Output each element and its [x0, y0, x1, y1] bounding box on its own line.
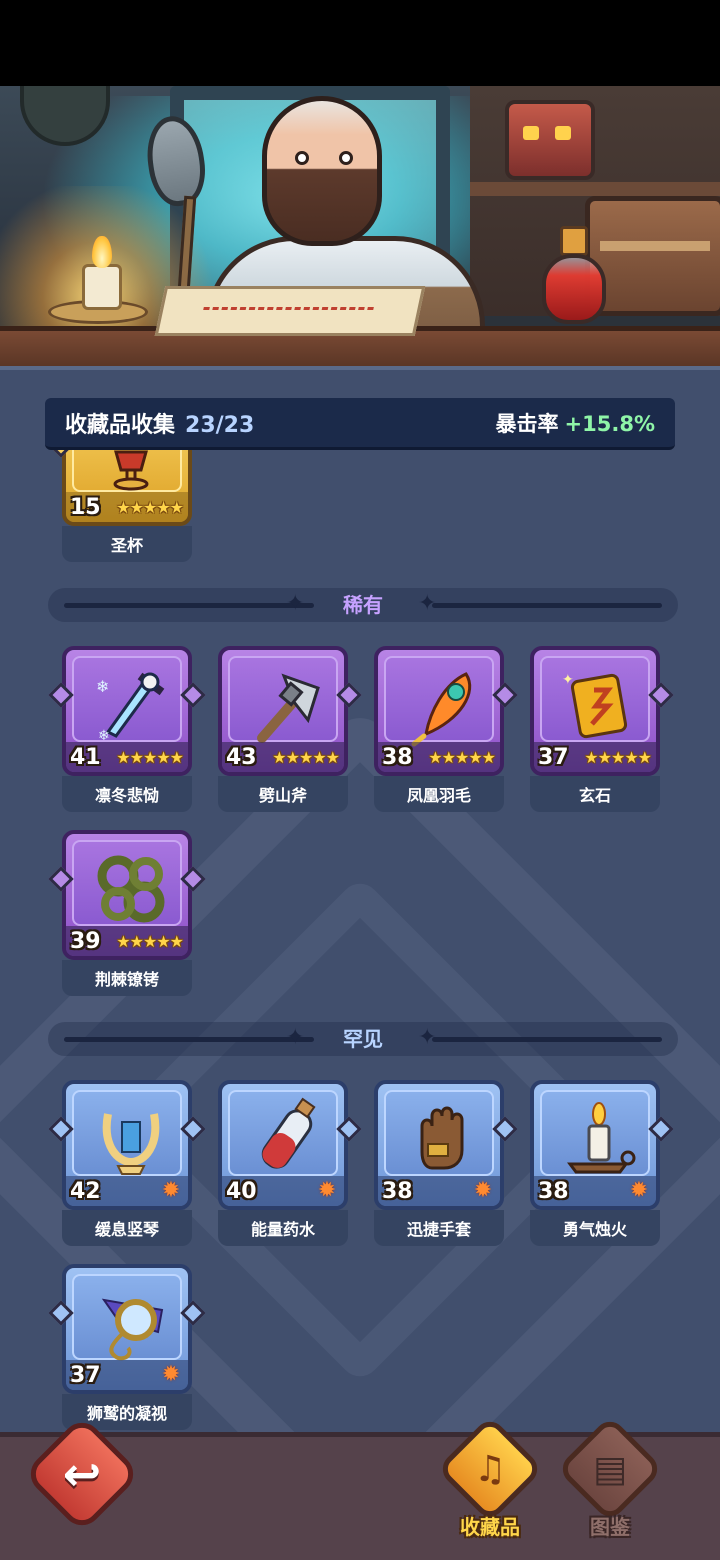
rarity-burst-icon: ✹	[629, 1178, 649, 1203]
potion-icon	[261, 1097, 316, 1169]
item-name: 玄石	[530, 776, 660, 812]
frost-dagger-icon: ❄ ❄	[96, 672, 165, 744]
item-level: 41	[70, 745, 101, 770]
potion-illustration	[542, 254, 606, 324]
collectible-card[interactable]: 15 ★★★★★ 圣杯	[48, 450, 192, 562]
back-arrow-icon[interactable]: ↩	[40, 1432, 124, 1516]
item-level: 38	[382, 1179, 413, 1204]
tab-collection[interactable]: ♫ 收藏品	[436, 1415, 544, 1551]
chalice-icon	[113, 450, 149, 491]
collectible-card[interactable]: ✦ 37 ★★★★★ 玄石	[530, 646, 674, 812]
star-rating: ★★★★★	[116, 748, 184, 767]
item-name: 圣杯	[62, 526, 192, 562]
item-level: 42	[70, 1179, 101, 1204]
item-level: 38	[382, 745, 413, 770]
rarity-burst-icon: ✹	[473, 1178, 493, 1203]
crit-rate-value: +15.8%	[564, 411, 655, 436]
collection-scroll-area[interactable]: 15 ★★★★★ 圣杯 ✦ 稀有 ✦ ❄ ❄ 41 ★★★★★ 凛冬悲恸 43 …	[0, 450, 720, 1432]
tab-codex-label: 图鉴	[590, 1515, 630, 1539]
item-name: 迅捷手套	[374, 1210, 504, 1246]
collectible-card[interactable]: 38 ✹ 勇气烛火	[530, 1080, 674, 1246]
totem-mask-illustration	[505, 100, 595, 180]
item-level: 15	[70, 495, 101, 520]
section-divider-rare: ✦ 稀有 ✦	[48, 588, 678, 622]
item-name: 凤凰羽毛	[374, 776, 504, 812]
item-name: 凛冬悲恸	[62, 776, 192, 812]
shopkeeper-banner	[0, 86, 720, 366]
rune-stone-icon: ✦	[562, 672, 628, 739]
axe-icon	[257, 673, 320, 743]
rarity-burst-icon: ✹	[161, 1362, 181, 1387]
collectible-card[interactable]: 39 ★★★★★ 荆棘镣铐	[48, 830, 206, 996]
item-name: 缓息竖琴	[62, 1210, 192, 1246]
section-divider-uncommon: ✦ 罕见 ✦	[48, 1022, 678, 1056]
star-rating: ★★★★★	[428, 748, 496, 767]
svg-text:❄: ❄	[96, 677, 109, 696]
bottom-nav: ↩ ♫ 收藏品 ▤ 图鉴	[0, 1414, 720, 1560]
collectible-card[interactable]: 43 ★★★★★ 劈山斧	[218, 646, 362, 812]
star-rating: ★★★★★	[116, 498, 184, 517]
collectible-card[interactable]: 37 ✹ 狮鹫的凝视	[48, 1264, 206, 1430]
collectible-card[interactable]: 38 ★★★★★ 凤凰羽毛	[374, 646, 518, 812]
star-rating: ★★★★★	[116, 932, 184, 951]
lyre-tab-icon: ♫	[473, 1449, 507, 1490]
monocle-icon	[101, 1298, 164, 1361]
glove-icon	[420, 1106, 464, 1170]
crit-rate-label: 暴击率	[495, 411, 559, 436]
collectible-card[interactable]: 42 ✹ 缓息竖琴	[48, 1080, 206, 1246]
thorn-shackles-icon	[97, 855, 165, 923]
phoenix-feather-icon	[411, 672, 472, 747]
book-icon: ▤	[592, 1449, 627, 1490]
status-bar	[0, 0, 720, 86]
item-level: 39	[70, 929, 101, 954]
star-rating: ★★★★★	[272, 748, 340, 767]
collection-summary-bar: 收藏品收集 23/23 暴击率 +15.8%	[45, 398, 675, 450]
collection-label: 收藏品收集	[65, 412, 176, 438]
collectible-card[interactable]: 38 ✹ 迅捷手套	[374, 1080, 518, 1246]
svg-text:✦: ✦	[562, 672, 574, 688]
tab-collection-label: 收藏品	[460, 1515, 520, 1539]
item-name: 勇气烛火	[530, 1210, 660, 1246]
item-level: 43	[226, 745, 257, 770]
rarity-burst-icon: ✹	[317, 1178, 337, 1203]
item-level: 37	[70, 1363, 101, 1388]
item-name: 荆棘镣铐	[62, 960, 192, 996]
collection-count: 23/23	[185, 412, 255, 438]
item-level: 37	[538, 745, 569, 770]
star-rating: ★★★★★	[584, 748, 652, 767]
item-name: 能量药水	[218, 1210, 348, 1246]
dwarf-shopkeeper-head	[262, 96, 382, 246]
candle-icon	[567, 1102, 636, 1174]
tab-codex[interactable]: ▤ 图鉴	[556, 1415, 664, 1551]
collectible-card[interactable]: 40 ✹ 能量药水	[218, 1080, 362, 1246]
item-level: 40	[226, 1179, 257, 1204]
item-level: 38	[538, 1179, 569, 1204]
item-name: 劈山斧	[218, 776, 348, 812]
collection-panel: 收藏品收集 23/23 暴击率 +15.8% 15 ★★★★★ 圣杯 ✦ 稀有 …	[0, 366, 720, 1432]
rarity-burst-icon: ✹	[161, 1178, 181, 1203]
collectible-card[interactable]: ❄ ❄ 41 ★★★★★ 凛冬悲恸	[48, 646, 206, 812]
map-illustration	[154, 286, 426, 336]
lyre-icon	[102, 1113, 160, 1175]
candle-illustration	[82, 264, 122, 310]
